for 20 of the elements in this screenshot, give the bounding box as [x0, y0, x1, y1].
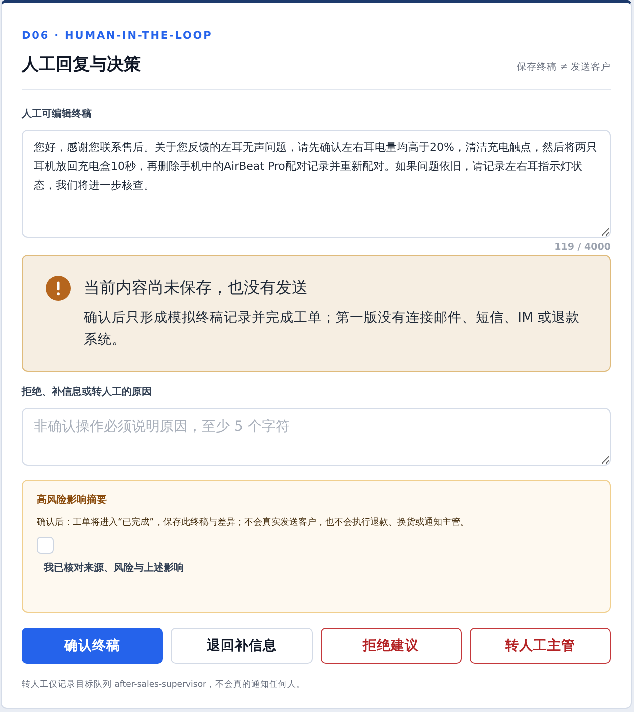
warning-icon	[46, 276, 71, 301]
danger-button[interactable]: 拒绝建议	[320, 628, 462, 664]
risk-description: 确认后：工单将进入“已完成”，保存此终稿与差异；不会真实发送客户，也不会执行退款、换货或通知主管。	[37, 516, 470, 530]
checkbox-label[interactable]: 我已核对来源、风险与上述影响	[44, 562, 184, 576]
secondary-button[interactable]: 退回补信息	[171, 628, 312, 664]
header-note: 保存终稿 ≠ 发送客户	[517, 61, 611, 75]
section-eyebrow: D06 · HUMAN-IN-THE-LOOP	[22, 29, 214, 43]
reason-textarea[interactable]: 非确认操作必须说明原因，至少 5 个字符	[22, 408, 611, 466]
confirm-button[interactable]: 确认终稿	[22, 628, 164, 664]
danger-button[interactable]: 转人工主管	[470, 628, 611, 664]
character-counter: 119 / 4000	[554, 242, 611, 253]
risk-title: 高风险影响摘要	[37, 494, 107, 508]
panel-title: 人工回复与决策	[22, 54, 141, 77]
notice-body: 确认后只形成模拟终稿记录并完成工单；第一版没有连接邮件、短信、IM 或退款系统。	[84, 309, 581, 350]
footnote-text: 转人工仅记录目标队列 after-sales-supervisor，不会真的通知任何人。	[22, 679, 307, 691]
draft-textarea[interactable]: 您好，感谢您联系售后。关于您反馈的左耳无声问题，请先确认左右耳电量均高于20%，清洁充电触点，然后将两只耳机放回充电盒10秒，再删除手机中的AirBeat Pro配对记录并重新配对。如果问题依旧，请记录左右耳指示灯状态，我们将进一步核查。	[22, 130, 611, 238]
notice-title: 当前内容尚未保存，也没有发送	[84, 277, 309, 299]
field-label: 人工可编辑终稿	[22, 108, 92, 122]
field-label: 拒绝、补信息或转人工的原因	[22, 386, 152, 400]
checkbox[interactable]	[37, 537, 54, 554]
